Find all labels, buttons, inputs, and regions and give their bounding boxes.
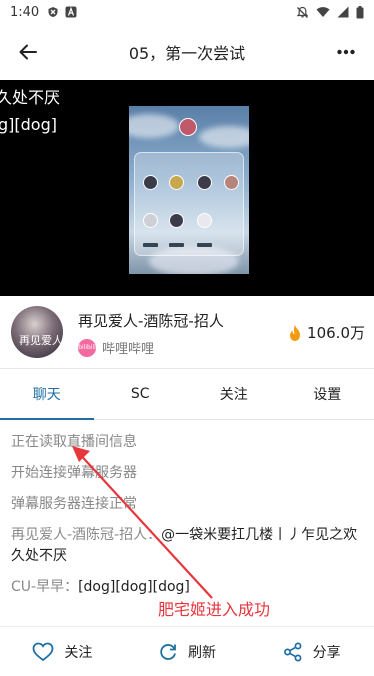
notifications-off-icon xyxy=(296,6,309,18)
frame-panel xyxy=(134,152,244,256)
refresh-button[interactable]: 刷新 xyxy=(125,627,250,676)
battery-icon xyxy=(356,5,364,18)
status-bar: 1:40 xyxy=(0,0,374,24)
tab-settings[interactable]: 设置 xyxy=(281,369,374,419)
bilibili-logo-icon: bilibili xyxy=(78,338,96,357)
chat-message: CU-早早：[dog][dog][dog] xyxy=(11,577,363,598)
arrow-left-icon xyxy=(19,44,37,60)
system-message: 开始连接弹幕服务器 xyxy=(11,465,137,481)
streamer-avatar[interactable]: 再见爱人 xyxy=(11,306,63,358)
flame-icon xyxy=(290,324,301,341)
tab-bar: 聊天 SC 关注 设置 xyxy=(0,368,374,420)
page-title: 05，第一次尝试 xyxy=(128,44,246,63)
video-player[interactable]: 久处不厌 g][dog] xyxy=(0,80,374,296)
wifi-icon xyxy=(316,7,330,17)
chat-username: 再见爱人-酒陈冠-招人： xyxy=(11,527,162,543)
refresh-label: 刷新 xyxy=(188,644,216,661)
platform-name: 哔哩哔哩 xyxy=(102,342,155,357)
follow-label: 关注 xyxy=(64,644,93,661)
share-icon xyxy=(283,642,302,661)
share-button[interactable]: 分享 xyxy=(249,627,374,676)
chat-message: 再见爱人-酒陈冠-招人：@一袋米要扛几楼丨丿乍见之欢 久处不厌 xyxy=(11,525,363,567)
tab-sc[interactable]: SC xyxy=(94,369,188,419)
bottom-action-bar: 关注 刷新 分享 xyxy=(0,626,374,676)
more-dots-icon xyxy=(337,49,355,55)
streamer-info: 再见爱人 再见爱人-酒陈冠-招人 bilibili 哔哩哔哩 106.0万 xyxy=(0,296,374,368)
streamer-name: 再见爱人-酒陈冠-招人 xyxy=(78,312,224,330)
app-bar: 05，第一次尝试 xyxy=(0,24,374,80)
tab-follow[interactable]: 关注 xyxy=(187,369,281,419)
refresh-icon xyxy=(160,643,176,660)
platform-label: bilibili 哔哩哔哩 xyxy=(78,338,154,357)
more-options-button[interactable] xyxy=(318,24,374,80)
share-label: 分享 xyxy=(312,644,341,661)
popularity-value: 106.0万 xyxy=(307,324,365,342)
system-message: 正在读取直播间信息 xyxy=(11,434,137,450)
danmaku-line-1: 久处不厌 xyxy=(0,88,61,107)
signal-icon xyxy=(337,6,349,18)
shield-icon xyxy=(48,7,58,17)
follow-button[interactable]: 关注 xyxy=(0,627,125,676)
popularity-count: 106.0万 xyxy=(288,322,365,343)
tab-chat[interactable]: 聊天 xyxy=(0,369,94,420)
heart-icon xyxy=(32,642,54,661)
stream-frame-image xyxy=(129,106,249,274)
chat-text: [dog][dog][dog] xyxy=(78,579,190,595)
back-button[interactable] xyxy=(0,24,56,80)
status-time: 1:40 xyxy=(10,4,40,20)
avatar-caption: 再见爱人 xyxy=(19,334,63,347)
danmaku-line-2: g][dog] xyxy=(0,115,57,134)
chat-username: CU-早早： xyxy=(11,579,79,595)
font-a-icon xyxy=(65,6,77,18)
annotation-label: 肥宅姬进入成功 xyxy=(158,600,271,619)
system-message: 弹幕服务器连接正常 xyxy=(11,496,137,512)
